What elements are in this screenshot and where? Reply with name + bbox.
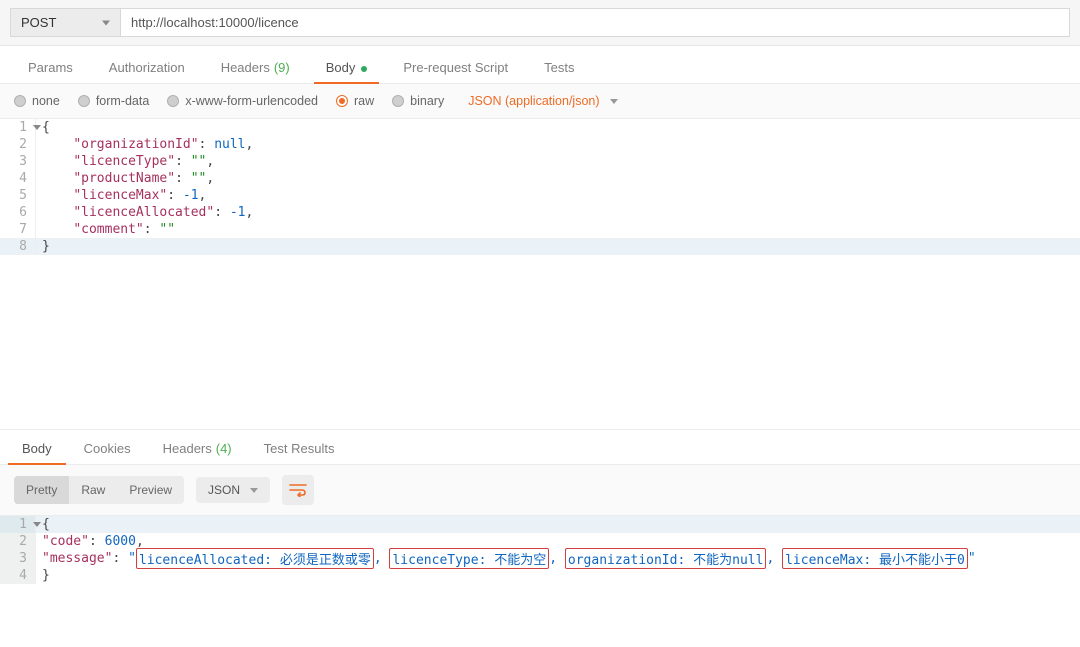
req-line: 8} [0, 238, 1080, 255]
url-text: http://localhost:10000/licence [131, 15, 299, 30]
resp-line: 1 { [0, 516, 1080, 533]
error-segment: licenceAllocated: 必须是正数或零 [136, 548, 374, 569]
radio-formdata[interactable]: form-data [78, 94, 150, 108]
req-line: 6 "licenceAllocated": -1, [0, 204, 1080, 221]
tab-headers[interactable]: Headers(9) [203, 50, 308, 83]
method-label: POST [21, 15, 56, 30]
response-toolbar: Pretty Raw Preview JSON [0, 465, 1080, 516]
response-body-editor[interactable]: 1 { 2 "code": 6000, 3 "message": "licenc… [0, 516, 1080, 584]
request-tabs: Params Authorization Headers(9) Body Pre… [0, 46, 1080, 84]
req-line: 1{ [0, 119, 1080, 136]
request-body-editor[interactable]: 1{2 "organizationId": null,3 "licenceTyp… [0, 119, 1080, 419]
view-mode-group: Pretty Raw Preview [14, 476, 184, 504]
response-tabs: Body Cookies Headers(4) Test Results [0, 429, 1080, 465]
language-select[interactable]: JSON [196, 477, 270, 503]
body-type-row: none form-data x-www-form-urlencoded raw… [0, 84, 1080, 119]
radio-binary[interactable]: binary [392, 94, 444, 108]
resp-tab-cookies[interactable]: Cookies [68, 431, 147, 464]
resp-tab-testresults[interactable]: Test Results [248, 431, 351, 464]
pill-pretty[interactable]: Pretty [14, 476, 69, 504]
chevron-down-icon [102, 20, 110, 25]
error-segment: licenceType: 不能为空 [389, 548, 549, 569]
resp-line: 4 } [0, 567, 1080, 584]
pill-preview[interactable]: Preview [117, 476, 184, 504]
pill-raw[interactable]: Raw [69, 476, 117, 504]
wrap-lines-button[interactable] [282, 475, 314, 505]
resp-tab-headers[interactable]: Headers(4) [147, 431, 248, 464]
error-segment: licenceMax: 最小不能小于0 [782, 548, 968, 569]
wrap-icon [289, 483, 307, 497]
content-type-select[interactable]: JSON (application/json) [468, 94, 617, 108]
radio-raw[interactable]: raw [336, 94, 374, 108]
req-line: 5 "licenceMax": -1, [0, 187, 1080, 204]
method-select[interactable]: POST [10, 8, 120, 37]
radio-none[interactable]: none [14, 94, 60, 108]
url-input[interactable]: http://localhost:10000/licence [120, 8, 1070, 37]
req-line: 2 "organizationId": null, [0, 136, 1080, 153]
radio-xwww[interactable]: x-www-form-urlencoded [167, 94, 318, 108]
error-segment: organizationId: 不能为null [565, 548, 767, 569]
tab-authorization[interactable]: Authorization [91, 50, 203, 83]
tab-prerequest[interactable]: Pre-request Script [385, 50, 526, 83]
fold-icon[interactable] [33, 125, 41, 130]
dot-icon [361, 66, 367, 72]
resp-tab-body[interactable]: Body [6, 431, 68, 464]
request-row: POST http://localhost:10000/licence [0, 0, 1080, 46]
resp-line: 3 "message": "licenceAllocated: 必须是正数或零,… [0, 550, 1080, 567]
chevron-down-icon [250, 488, 258, 493]
req-line: 7 "comment": "" [0, 221, 1080, 238]
tab-body[interactable]: Body [308, 50, 386, 83]
req-line: 4 "productName": "", [0, 170, 1080, 187]
tab-tests[interactable]: Tests [526, 50, 592, 83]
req-line: 3 "licenceType": "", [0, 153, 1080, 170]
fold-icon[interactable] [33, 522, 41, 527]
tab-params[interactable]: Params [10, 50, 91, 83]
chevron-down-icon [610, 99, 618, 104]
